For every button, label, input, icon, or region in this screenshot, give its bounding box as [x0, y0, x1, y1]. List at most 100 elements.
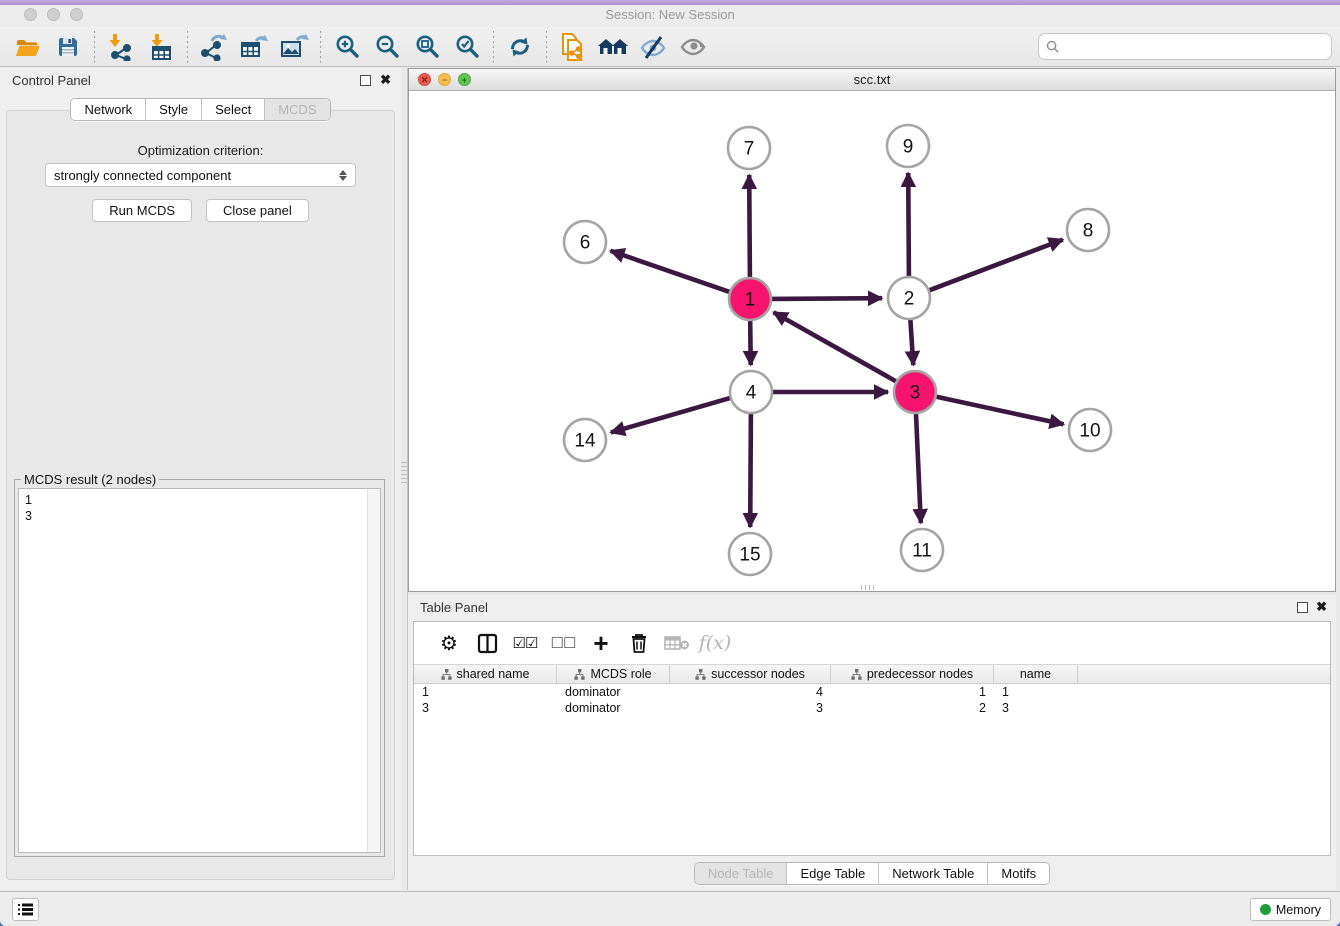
hide-selected-icon[interactable] — [633, 29, 673, 65]
tab-edge-table[interactable]: Edge Table — [787, 863, 879, 884]
refresh-layout-icon[interactable] — [500, 29, 540, 65]
export-image-icon[interactable] — [274, 29, 314, 65]
node-3[interactable]: 3 — [894, 371, 936, 413]
cell-shared-name[interactable]: 1 — [414, 684, 557, 700]
edge-2-9[interactable] — [908, 173, 909, 276]
column-header-predecessor-nodes[interactable]: predecessor nodes — [831, 665, 994, 683]
column-header-shared-name[interactable]: shared name — [414, 665, 557, 683]
divider-grip-icon[interactable] — [401, 462, 407, 484]
cell-shared-name[interactable]: 3 — [414, 700, 557, 716]
add-row-icon[interactable]: + — [582, 626, 620, 660]
svg-text:8: 8 — [1083, 221, 1094, 242]
float-panel-icon[interactable] — [1297, 602, 1308, 613]
criterion-select[interactable]: strongly connected component — [45, 163, 356, 187]
deselect-all-icon[interactable]: ☐☐ — [544, 626, 582, 660]
cell-name[interactable]: 3 — [994, 700, 1078, 716]
tab-network[interactable]: Network — [71, 99, 146, 120]
close-panel-button[interactable]: Close panel — [206, 199, 309, 222]
edge-4-14[interactable] — [611, 398, 730, 432]
edge-2-8[interactable] — [930, 240, 1063, 291]
node-11[interactable]: 11 — [901, 529, 943, 571]
edge-3-1[interactable] — [774, 312, 896, 381]
tab-node-table[interactable]: Node Table — [695, 863, 788, 884]
tab-style[interactable]: Style — [146, 99, 202, 120]
edge-4-15[interactable] — [750, 414, 751, 527]
tab-motifs[interactable]: Motifs — [988, 863, 1049, 884]
cell-mcds-role[interactable]: dominator — [557, 684, 670, 700]
svg-text:11: 11 — [912, 541, 932, 562]
clone-network-icon[interactable] — [553, 29, 593, 65]
node-7[interactable]: 7 — [728, 127, 770, 169]
node-10[interactable]: 10 — [1069, 409, 1111, 451]
node-14[interactable]: 14 — [564, 419, 606, 461]
edge-2-3[interactable] — [910, 320, 913, 365]
panel-divider[interactable] — [401, 68, 408, 890]
edge-3-10[interactable] — [937, 397, 1064, 425]
zoom-fit-icon[interactable] — [407, 29, 447, 65]
search-icon — [1046, 40, 1059, 53]
column-header-successor-nodes[interactable]: successor nodes — [670, 665, 831, 683]
table-tabs: Node Table Edge Table Network Table Moti… — [694, 862, 1050, 885]
memory-status-icon — [1260, 904, 1271, 915]
node-9[interactable]: 9 — [887, 125, 929, 167]
table-settings-icon[interactable]: ⚙ — [430, 626, 468, 660]
toolbar-separator — [187, 31, 188, 63]
table-row[interactable]: 1 dominator 4 1 1 — [414, 684, 1330, 700]
zoom-in-icon[interactable] — [327, 29, 367, 65]
export-table-icon[interactable] — [234, 29, 274, 65]
hierarchy-icon — [695, 669, 706, 680]
memory-button[interactable]: Memory — [1250, 898, 1331, 921]
node-15[interactable]: 15 — [729, 533, 771, 575]
cyndex-browse-icon[interactable] — [593, 29, 633, 65]
svg-text:3: 3 — [910, 383, 921, 404]
cell-mcds-role[interactable]: dominator — [557, 700, 670, 716]
node-1[interactable]: 1 — [729, 278, 771, 320]
edge-1-7[interactable] — [749, 175, 750, 277]
node-4[interactable]: 4 — [730, 371, 772, 413]
divider-grip-icon[interactable] — [861, 585, 877, 590]
show-all-icon[interactable] — [673, 29, 713, 65]
select-all-icon[interactable]: ☑☑ — [506, 626, 544, 660]
node-2[interactable]: 2 — [888, 277, 930, 319]
import-table-icon[interactable] — [141, 29, 181, 65]
close-panel-icon[interactable]: ✖ — [380, 71, 391, 89]
cell-predecessor-nodes[interactable]: 2 — [831, 700, 994, 716]
float-panel-icon[interactable] — [360, 75, 371, 86]
edge-1-2[interactable] — [772, 298, 882, 299]
import-network-icon[interactable] — [101, 29, 141, 65]
open-session-icon[interactable] — [8, 29, 48, 65]
delete-row-icon[interactable] — [620, 626, 658, 660]
cell-successor-nodes[interactable]: 4 — [670, 684, 831, 700]
node-6[interactable]: 6 — [564, 221, 606, 263]
mcds-result-title: MCDS result (2 nodes) — [21, 472, 159, 487]
control-panel-title: Control Panel — [12, 73, 91, 88]
cell-name[interactable]: 1 — [994, 684, 1078, 700]
function-builder-icon[interactable]: f(x) — [696, 626, 734, 660]
search-input[interactable] — [1064, 39, 1331, 54]
zoom-selected-icon[interactable] — [447, 29, 487, 65]
cell-predecessor-nodes[interactable]: 1 — [831, 684, 994, 700]
edge-1-6[interactable] — [611, 251, 730, 292]
zoom-out-icon[interactable] — [367, 29, 407, 65]
title-bar: Session: New Session — [0, 0, 1340, 27]
split-columns-icon[interactable] — [468, 626, 506, 660]
tab-select[interactable]: Select — [202, 99, 265, 120]
column-header-name[interactable]: name — [994, 665, 1078, 683]
run-mcds-button[interactable]: Run MCDS — [92, 199, 192, 222]
delete-table-icon[interactable] — [658, 626, 696, 660]
close-panel-icon[interactable]: ✖ — [1316, 598, 1327, 616]
export-network-icon[interactable] — [194, 29, 234, 65]
network-canvas[interactable]: 7 9 6 8 1 2 4 3 14 10 15 11 — [409, 91, 1335, 591]
cell-successor-nodes[interactable]: 3 — [670, 700, 831, 716]
result-scrollbar[interactable] — [367, 489, 380, 852]
edge-3-11[interactable] — [916, 414, 921, 523]
tab-mcds[interactable]: MCDS — [265, 99, 329, 120]
column-header-mcds-role[interactable]: MCDS role — [557, 665, 670, 683]
node-8[interactable]: 8 — [1067, 209, 1109, 251]
task-history-button[interactable] — [12, 898, 39, 921]
save-session-icon[interactable] — [48, 29, 88, 65]
edge-1-4[interactable] — [750, 321, 751, 365]
network-window-titlebar[interactable]: ✕ − + scc.txt — [409, 69, 1335, 91]
table-row[interactable]: 3 dominator 3 2 3 — [414, 700, 1330, 716]
tab-network-table[interactable]: Network Table — [879, 863, 988, 884]
